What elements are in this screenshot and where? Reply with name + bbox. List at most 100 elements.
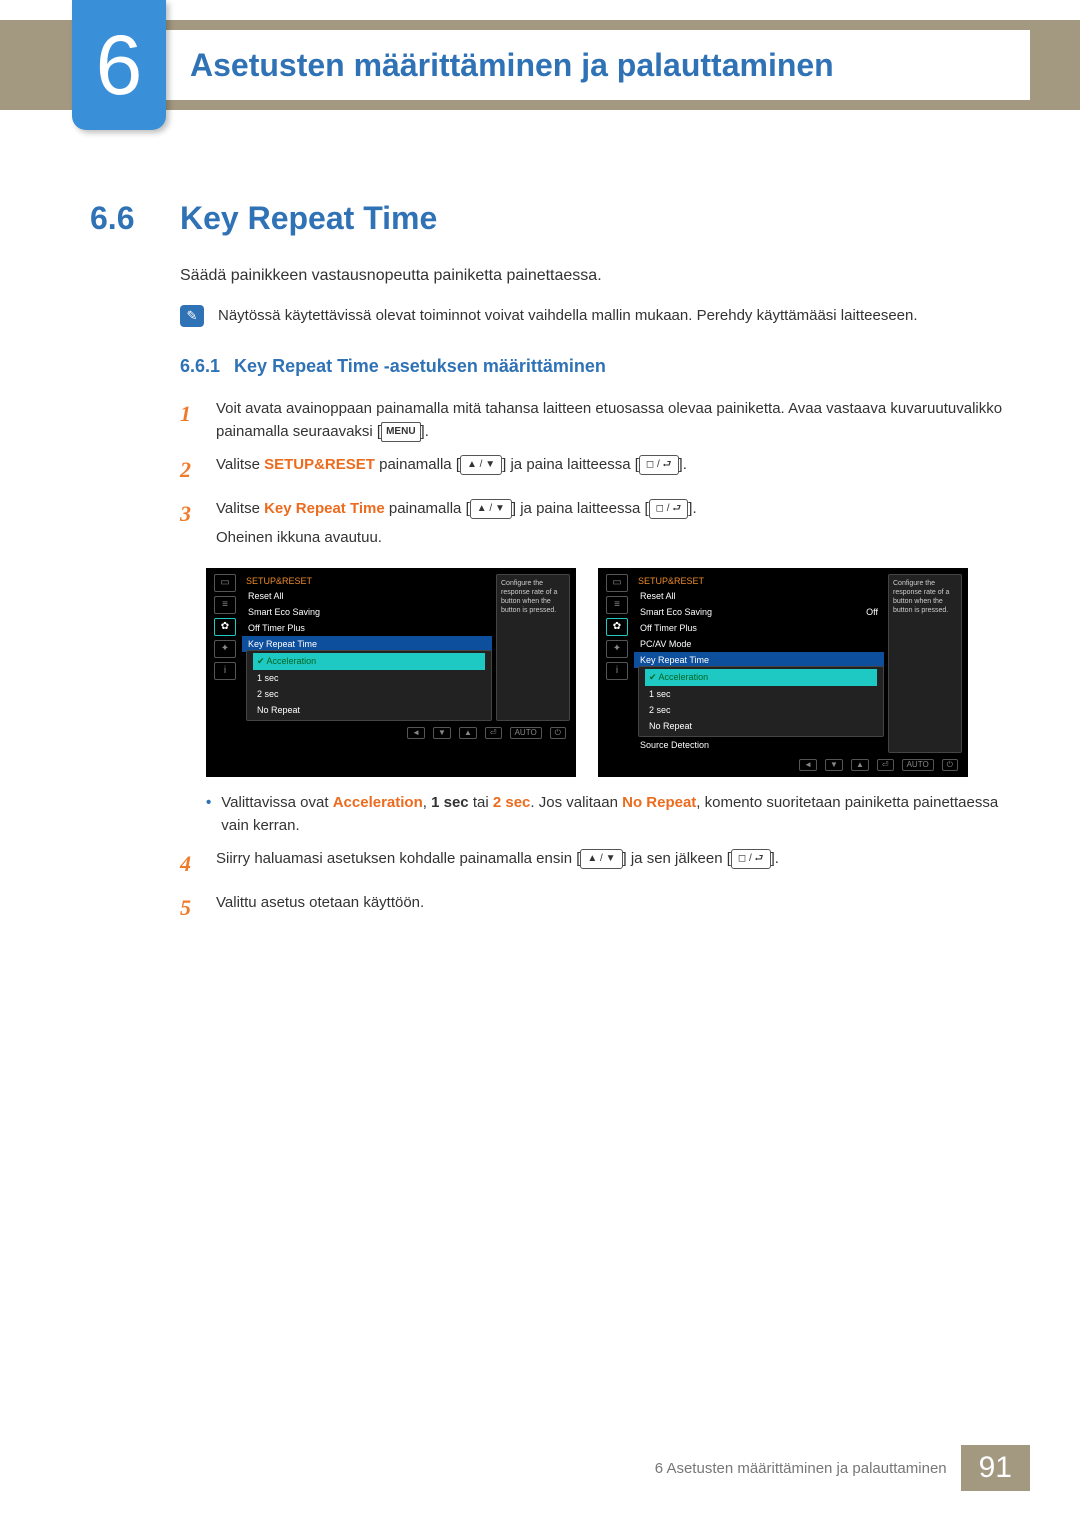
gear-icon: ✿ — [214, 618, 236, 636]
osd-item: Off Timer Plus — [634, 620, 884, 636]
step-text: ]. — [771, 850, 779, 867]
osd-screenshots: ▭ ≡ ✿ ✦ i SETUP&RESET Reset All Smart Ec… — [206, 568, 1010, 777]
bullet-item: • Valittavissa ovat Acceleration, 1 sec … — [206, 791, 1010, 838]
osd-item-label: Key Repeat Time — [640, 655, 709, 665]
section-title: Key Repeat Time — [180, 200, 437, 237]
osd-item: Reset All — [634, 588, 884, 604]
step-number: 5 — [180, 891, 200, 925]
step-text: Siirry haluamasi asetuksen kohdalle pain… — [216, 850, 580, 867]
step-text: ] ja sen jälkeen [ — [623, 850, 731, 867]
nav-icon: ▲ — [459, 727, 477, 739]
step-5: 5 Valittu asetus otetaan käyttöön. — [180, 891, 1010, 925]
opt-label: Acceleration — [659, 672, 709, 682]
osd-option: 1 sec — [253, 670, 485, 686]
step-number: 3 — [180, 497, 200, 550]
step-text: ]. — [688, 500, 696, 517]
nav-icon: ⏎ — [877, 759, 894, 771]
step-1: 1 Voit avata avainoppaan painamalla mitä… — [180, 397, 1010, 444]
step-text: ]. — [421, 423, 429, 440]
menu-chip: MENU — [381, 422, 420, 442]
osd-item-label: Smart Eco Saving — [640, 607, 712, 617]
osd-sidebar-icons: ▭ ≡ ✿ ✦ i — [604, 574, 630, 753]
osd-item: Reset All — [242, 588, 492, 604]
osd-footer: ◄ ▼ ▲ ⏎ AUTO ⏻ — [604, 753, 962, 771]
nav-icon: ⏎ — [485, 727, 502, 739]
step-3: 3 Valitse Key Repeat Time painamalla [▲ … — [180, 497, 1010, 550]
osd-dropdown: ✔ Acceleration 1 sec 2 sec No Repeat — [246, 650, 492, 721]
osd-item: Smart Eco Saving Off — [634, 604, 884, 620]
osd-option-selected: ✔ Acceleration — [253, 653, 485, 670]
opt-label: Acceleration — [267, 656, 317, 666]
bullet-text: tai — [469, 794, 493, 811]
osd-panel-2: ▭ ≡ ✿ ✦ i SETUP&RESET Reset All Smart Ec… — [598, 568, 968, 777]
note-row: ✎ Näytössä käytettävissä olevat toiminno… — [180, 305, 1010, 328]
osd-option: 2 sec — [253, 686, 485, 702]
step-tail: Oheinen ikkuna avautuu. — [216, 526, 1010, 549]
enter-chip: ◻ / ⮐ — [731, 849, 771, 869]
subsection-heading: 6.6.1 Key Repeat Time -asetuksen määritt… — [180, 356, 1010, 377]
step-text: Voit avata avainoppaan painamalla mitä t… — [216, 400, 1002, 440]
subsection-title: Key Repeat Time -asetuksen määrittäminen — [234, 356, 606, 377]
info-icon: i — [214, 662, 236, 680]
enter-chip: ◻ / ⮐ — [649, 499, 689, 519]
steps-list-cont: 4 Siirry haluamasi asetuksen kohdalle pa… — [180, 847, 1010, 925]
keyword: Acceleration — [333, 794, 423, 811]
footer-text: 6 Asetusten määrittäminen ja palauttamin… — [655, 1460, 947, 1477]
nav-icon: ▲ — [851, 759, 869, 771]
keyword: SETUP&RESET — [264, 456, 375, 473]
arrow-chip: ▲ / ▼ — [460, 455, 502, 475]
nav-icon: ◄ — [407, 727, 425, 739]
osd-option: 1 sec — [645, 686, 877, 702]
osd-item: PC/AV Mode — [634, 636, 884, 652]
bullet-text: Valittavissa ovat — [221, 794, 332, 811]
osd-item: Source Detection — [634, 737, 884, 753]
step-text: Valittu asetus otetaan käyttöön. — [216, 891, 1010, 925]
keyword: Key Repeat Time — [264, 500, 385, 517]
osd-option: No Repeat — [645, 718, 877, 734]
step-text: Valitse — [216, 500, 264, 517]
keyword: 2 sec — [493, 794, 531, 811]
bullet-text: . Jos valitaan — [530, 794, 622, 811]
bullet-text: , — [423, 794, 431, 811]
info-icon: i — [606, 662, 628, 680]
osd-option: 2 sec — [645, 702, 877, 718]
osd-value: Off — [866, 607, 878, 617]
arrow-chip: ▲ / ▼ — [580, 849, 622, 869]
chapter-badge: 6 — [72, 0, 166, 130]
section-number: 6.6 — [90, 200, 170, 237]
step-number: 2 — [180, 453, 200, 487]
bullet-icon: • — [206, 791, 211, 838]
step-text: Valitse — [216, 456, 264, 473]
page-footer: 6 Asetusten määrittäminen ja palauttamin… — [655, 1445, 1030, 1491]
osd-panel-1: ▭ ≡ ✿ ✦ i SETUP&RESET Reset All Smart Ec… — [206, 568, 576, 777]
section-heading: 6.6 Key Repeat Time — [90, 200, 1010, 237]
osd-item: Smart Eco Saving — [242, 604, 492, 620]
step-text: painamalla [ — [375, 456, 460, 473]
osd-sidebar-icons: ▭ ≡ ✿ ✦ i — [212, 574, 238, 721]
gear-icon: ✿ — [606, 618, 628, 636]
star-icon: ✦ — [214, 640, 236, 658]
chapter-number: 6 — [96, 17, 143, 114]
nav-icon: ▼ — [825, 759, 843, 771]
osd-heading: SETUP&RESET — [634, 574, 884, 588]
keyword: No Repeat — [622, 794, 696, 811]
step-2: 2 Valitse SETUP&RESET painamalla [▲ / ▼]… — [180, 453, 1010, 487]
step-text: ] ja paina laitteessa [ — [502, 456, 639, 473]
star-icon: ✦ — [606, 640, 628, 658]
power-icon: ⏻ — [942, 759, 958, 771]
power-icon: ⏻ — [550, 727, 566, 739]
osd-dropdown: ✔ Acceleration 1 sec 2 sec No Repeat — [638, 666, 884, 737]
step-number: 4 — [180, 847, 200, 881]
note-icon: ✎ — [180, 305, 204, 327]
subsection-number: 6.6.1 — [180, 356, 220, 377]
chapter-title-bar: Asetusten määrittäminen ja palauttaminen — [150, 30, 1030, 100]
keyword: 1 sec — [431, 794, 469, 811]
auto-label: AUTO — [902, 759, 934, 771]
steps-list: 1 Voit avata avainoppaan painamalla mitä… — [180, 397, 1010, 550]
step-text: ]. — [679, 456, 687, 473]
list-icon: ≡ — [214, 596, 236, 614]
chapter-title: Asetusten määrittäminen ja palauttaminen — [190, 47, 834, 84]
auto-label: AUTO — [510, 727, 542, 739]
osd-option-selected: ✔ Acceleration — [645, 669, 877, 686]
osd-item: Off Timer Plus — [242, 620, 492, 636]
